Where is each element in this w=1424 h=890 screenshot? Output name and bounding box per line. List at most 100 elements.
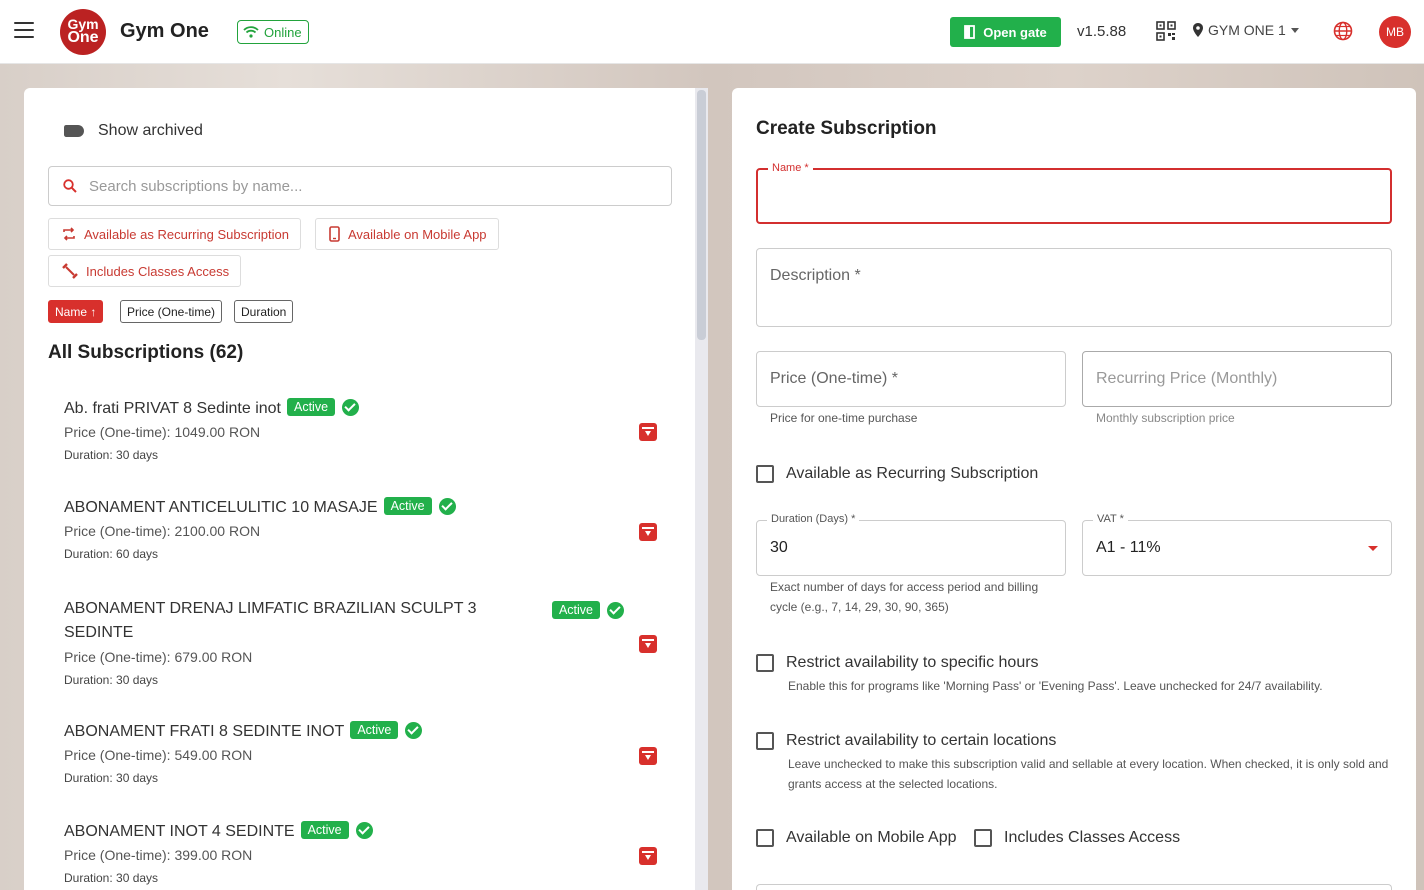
filter-recurring-button[interactable]: Available as Recurring Subscription bbox=[48, 218, 301, 250]
status-badge: Active bbox=[300, 821, 349, 839]
search-input[interactable] bbox=[89, 177, 649, 195]
menu-icon[interactable] bbox=[14, 22, 34, 40]
subscription-duration: Duration: 30 days bbox=[64, 771, 159, 785]
status-badge: Active bbox=[551, 601, 600, 619]
user-avatar[interactable]: MB bbox=[1379, 16, 1411, 48]
mobile-app-row[interactable]: Available on Mobile App bbox=[756, 829, 957, 847]
create-subscription-panel: Create Subscription Name * Description *… bbox=[732, 88, 1416, 890]
archive-icon[interactable] bbox=[639, 847, 657, 865]
sort-by-name-button[interactable]: Name ↑ bbox=[48, 300, 104, 323]
next-field-partial[interactable] bbox=[756, 884, 1392, 890]
location-selector[interactable]: GYM ONE 1 bbox=[1193, 22, 1299, 38]
price-field[interactable]: Price (One-time) * bbox=[756, 351, 1066, 407]
status-badge: Active bbox=[383, 497, 432, 515]
mobile-app-label: Available on Mobile App bbox=[786, 829, 957, 846]
recurring-price-field[interactable]: Recurring Price (Monthly) bbox=[1082, 351, 1392, 407]
filter-mobile-app-label: Available on Mobile App bbox=[348, 226, 487, 242]
name-field-label: Name * bbox=[768, 162, 813, 174]
open-gate-button[interactable]: Open gate bbox=[950, 17, 1061, 47]
list-item[interactable]: ABONAMENT FRATI 8 SEDINTE INOT Active Pri… bbox=[64, 721, 664, 785]
classes-access-label: Includes Classes Access bbox=[1004, 829, 1181, 846]
filter-mobile-app-button[interactable]: Available on Mobile App bbox=[315, 218, 499, 250]
classes-access-row[interactable]: Includes Classes Access bbox=[974, 829, 1180, 847]
subscription-name: ABONAMENT ANTICELULITIC 10 MASAJE bbox=[64, 499, 378, 516]
logo-text-bottom: One bbox=[67, 29, 99, 46]
name-field[interactable]: Name * bbox=[756, 162, 1392, 224]
restrict-locations-helper-line-2: grants access at the selected locations. bbox=[788, 777, 998, 791]
dropdown-arrow-icon bbox=[1368, 546, 1378, 551]
top-app-bar: Gym One Gym One Online Open gate v1.5.88… bbox=[0, 0, 1424, 64]
qr-code-icon[interactable] bbox=[1156, 21, 1176, 41]
recurring-checkbox[interactable] bbox=[756, 465, 774, 483]
subscription-name: ABONAMENT INOT 4 SEDINTE bbox=[64, 823, 295, 840]
check-circle-icon bbox=[355, 822, 373, 839]
app-name: Gym One bbox=[120, 20, 209, 42]
archive-icon[interactable] bbox=[639, 635, 657, 653]
vat-select[interactable]: VAT * A1 - 11% bbox=[1082, 513, 1392, 576]
subscription-price: Price (One-time): 679.00 RON bbox=[64, 649, 253, 665]
check-circle-icon bbox=[342, 399, 360, 416]
subscriptions-list-panel: Show archived Available as Recurring Sub… bbox=[24, 88, 708, 890]
list-scrollbar-thumb[interactable] bbox=[697, 90, 706, 340]
restrict-locations-helper: Leave unchecked to make this subscriptio… bbox=[788, 754, 1388, 794]
restrict-hours-row[interactable]: Restrict availability to specific hours bbox=[756, 654, 1039, 672]
mobile-app-checkbox[interactable] bbox=[756, 829, 774, 847]
restrict-locations-helper-line-1: Leave unchecked to make this subscriptio… bbox=[788, 757, 1389, 771]
filter-recurring-label: Available as Recurring Subscription bbox=[84, 226, 289, 242]
filter-classes-access-label: Includes Classes Access bbox=[86, 263, 230, 279]
subscription-duration: Duration: 30 days bbox=[64, 871, 159, 885]
recurring-price-field-label: Recurring Price (Monthly) bbox=[1096, 370, 1278, 387]
archive-icon[interactable] bbox=[639, 423, 657, 441]
open-gate-label: Open gate bbox=[983, 24, 1047, 40]
subscription-name-row: ABONAMENT DRENAJ LIMFATIC BRAZILIAN SCUL… bbox=[64, 597, 624, 645]
duration-field-value: 30 bbox=[770, 539, 788, 556]
subscription-duration: Duration: 60 days bbox=[64, 547, 159, 561]
gym-logo[interactable]: Gym One bbox=[60, 9, 106, 55]
search-icon bbox=[63, 179, 77, 193]
restrict-hours-helper: Enable this for programs like 'Morning P… bbox=[788, 679, 1323, 693]
restrict-locations-checkbox[interactable] bbox=[756, 732, 774, 750]
restrict-locations-label: Restrict availability to certain locatio… bbox=[786, 732, 1057, 749]
search-box bbox=[48, 166, 672, 206]
list-item[interactable]: ABONAMENT DRENAJ LIMFATIC BRAZILIAN SCUL… bbox=[64, 597, 664, 687]
list-title: All Subscriptions (62) bbox=[48, 342, 244, 363]
archive-icon[interactable] bbox=[639, 523, 657, 541]
app-version: v1.5.88 bbox=[1077, 23, 1127, 40]
online-status-label: Online bbox=[264, 24, 302, 40]
vat-select-value: A1 - 11% bbox=[1096, 539, 1161, 556]
list-item[interactable]: Ab. frati PRIVAT 8 Sedinte inot Active Pr… bbox=[64, 398, 664, 462]
filter-classes-access-button[interactable]: Includes Classes Access bbox=[48, 255, 242, 287]
duration-field[interactable]: Duration (Days) * 30 bbox=[756, 513, 1066, 576]
archive-icon[interactable] bbox=[639, 747, 657, 765]
repeat-icon bbox=[63, 227, 75, 241]
sort-by-price-button[interactable]: Price (One-time) bbox=[120, 300, 223, 323]
list-item[interactable]: ABONAMENT INOT 4 SEDINTE Active Price (On… bbox=[64, 821, 664, 885]
show-archived-toggle[interactable]: Show archived bbox=[64, 122, 203, 140]
caret-down-icon bbox=[1290, 27, 1299, 33]
duration-helper: Exact number of days for access period a… bbox=[770, 577, 1038, 617]
toggle-switch-icon[interactable] bbox=[64, 125, 84, 137]
status-badge: Active bbox=[350, 721, 399, 739]
subscription-price: Price (One-time): 1049.00 RON bbox=[64, 424, 261, 440]
check-circle-icon bbox=[438, 498, 456, 515]
price-field-helper: Price for one-time purchase bbox=[770, 411, 918, 425]
recurring-checkbox-label: Available as Recurring Subscription bbox=[786, 465, 1039, 482]
subscription-duration: Duration: 30 days bbox=[64, 448, 159, 462]
location-label: GYM ONE 1 bbox=[1208, 22, 1286, 38]
recurring-checkbox-row[interactable]: Available as Recurring Subscription bbox=[756, 465, 1038, 483]
list-item[interactable]: ABONAMENT ANTICELULITIC 10 MASAJE Active … bbox=[64, 497, 664, 561]
sort-by-duration-button[interactable]: Duration bbox=[234, 300, 294, 323]
show-archived-label: Show archived bbox=[98, 122, 203, 139]
classes-access-checkbox[interactable] bbox=[974, 829, 992, 847]
restrict-hours-checkbox[interactable] bbox=[756, 654, 774, 672]
subscription-duration: Duration: 30 days bbox=[64, 673, 159, 687]
duration-helper-line-2: cycle (e.g., 7, 14, 29, 30, 90, 365) bbox=[770, 600, 949, 614]
restrict-locations-row[interactable]: Restrict availability to certain locatio… bbox=[756, 732, 1056, 750]
wifi-icon bbox=[243, 26, 259, 38]
price-field-label: Price (One-time) * bbox=[770, 370, 899, 387]
subscription-name: ABONAMENT FRATI 8 SEDINTE INOT bbox=[64, 723, 345, 740]
duration-helper-line-1: Exact number of days for access period a… bbox=[770, 580, 1039, 594]
globe-icon[interactable] bbox=[1333, 21, 1353, 41]
subscription-price: Price (One-time): 399.00 RON bbox=[64, 847, 253, 863]
description-field[interactable]: Description * bbox=[756, 248, 1392, 327]
